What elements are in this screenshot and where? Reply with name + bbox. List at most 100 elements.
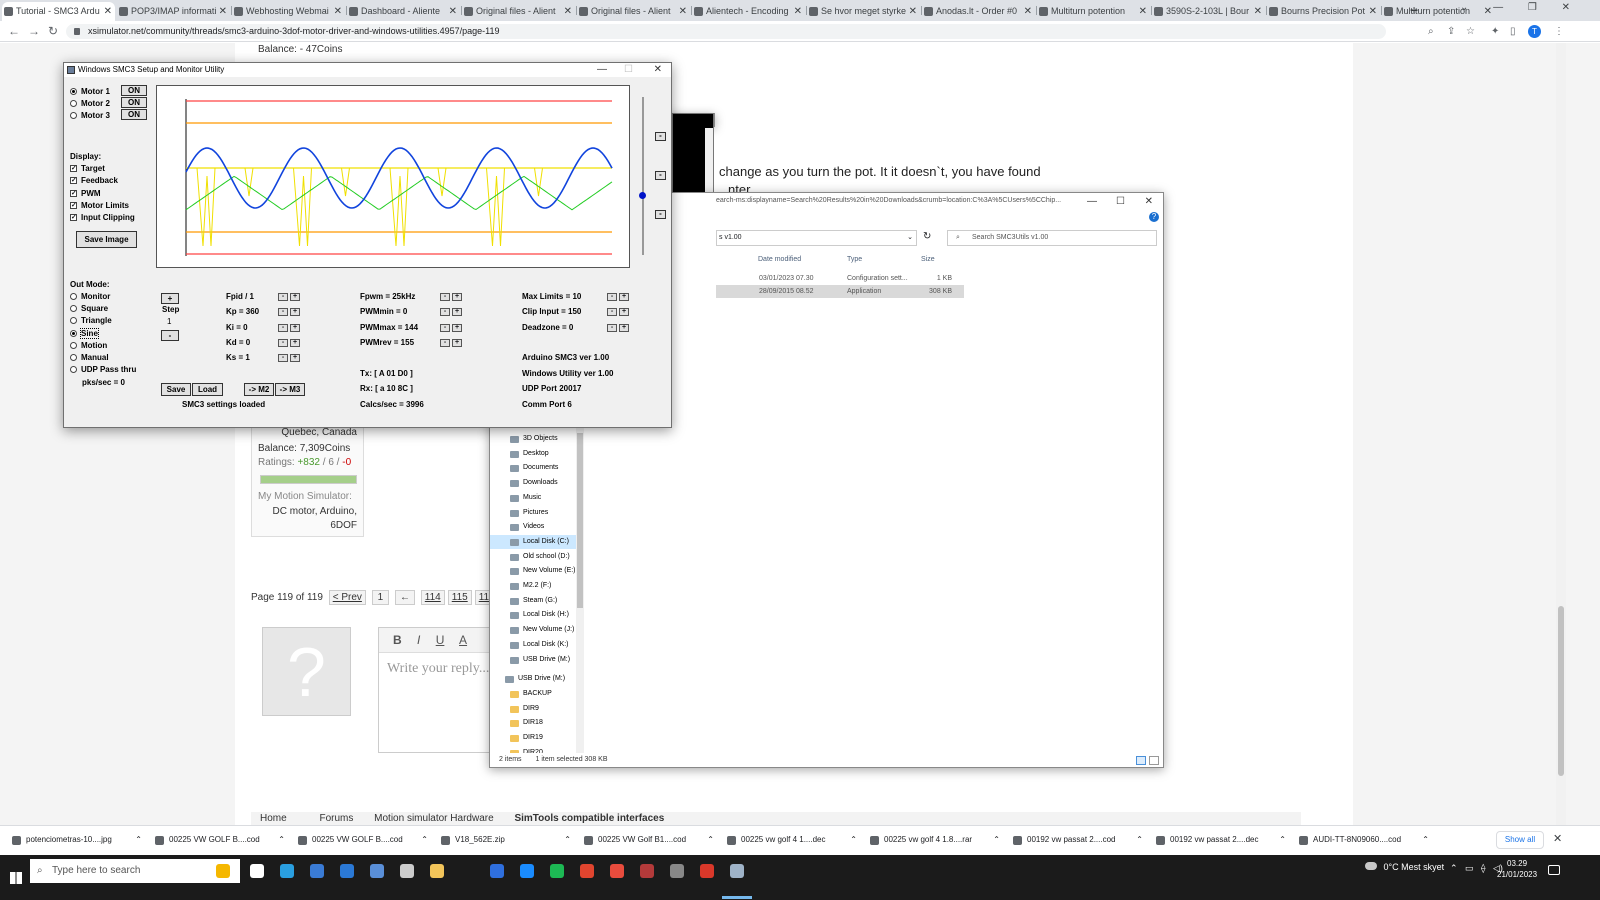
pid-param-4-decrement[interactable]: - xyxy=(278,354,288,363)
nav-folder[interactable]: DIR18 xyxy=(490,716,576,730)
download-item[interactable]: AUDI-TT-8N09060....cod ⌃ xyxy=(1297,831,1433,849)
browser-tab-6[interactable]: Alientech - Encoding ✕ xyxy=(692,2,805,21)
nav-folder[interactable]: BACKUP xyxy=(490,687,576,701)
load-settings-button[interactable]: Load xyxy=(192,383,223,396)
tab-close-icon[interactable]: ✕ xyxy=(1369,2,1377,21)
settings-icon[interactable] xyxy=(400,864,414,878)
col-type[interactable]: Type xyxy=(847,256,862,263)
close-shelf-icon[interactable]: ✕ xyxy=(1553,832,1562,845)
pid-param-3-increment[interactable]: + xyxy=(290,338,300,347)
pwm-param-2-increment[interactable]: + xyxy=(452,323,462,332)
scope-slider-thumb[interactable] xyxy=(639,192,646,199)
step-down-button[interactable]: - xyxy=(161,330,179,341)
outmode-motion-radio[interactable] xyxy=(70,341,77,349)
reload-icon[interactable]: ↻ xyxy=(48,24,58,39)
pid-param-4-increment[interactable]: + xyxy=(290,354,300,363)
chevron-up-icon[interactable]: ⌃ xyxy=(993,831,1000,849)
download-item[interactable]: 00225 VW Golf B1....cod ⌃ xyxy=(582,831,718,849)
limits-param-2-increment[interactable]: + xyxy=(619,323,629,332)
spotify-icon[interactable] xyxy=(550,864,564,878)
col-size[interactable]: Size xyxy=(921,256,935,263)
pwm-param-3-increment[interactable]: + xyxy=(452,338,462,347)
bold-button[interactable]: B xyxy=(393,633,402,647)
chevron-down-icon[interactable]: ⌄ xyxy=(907,231,913,245)
nav-item[interactable]: Steam (G:) xyxy=(490,594,576,608)
limits-param-1-decrement[interactable]: - xyxy=(607,308,617,317)
side-panel-icon[interactable]: ▯ xyxy=(1510,24,1516,39)
pid-param-0-increment[interactable]: + xyxy=(290,293,300,301)
close-icon[interactable]: ✕ xyxy=(1145,195,1153,209)
step-up-button[interactable]: + xyxy=(161,293,179,304)
notifications-icon[interactable] xyxy=(1548,865,1560,875)
limits-param-0-increment[interactable]: + xyxy=(619,293,629,301)
browser-tab-1[interactable]: POP3/IMAP informati ✕ xyxy=(117,2,230,21)
download-item[interactable]: 00192 vw passat 2....dec ⌃ xyxy=(1154,831,1290,849)
nav-item[interactable]: Desktop xyxy=(490,447,576,461)
chevron-up-icon[interactable]: ⌃ xyxy=(1279,831,1286,849)
page-jump-link[interactable]: ← xyxy=(395,590,416,605)
page-1-link[interactable]: 1 xyxy=(371,590,390,605)
nav-item[interactable]: Music xyxy=(490,491,576,505)
limits-param-1-increment[interactable]: + xyxy=(619,308,629,317)
search-input[interactable]: ⌕ Search SMC3Utils v1.00 xyxy=(947,230,1157,246)
close-icon[interactable]: ✕ xyxy=(654,63,662,77)
limits-param-2-decrement[interactable]: - xyxy=(607,323,617,332)
browser-tab-2[interactable]: Webhosting Webmai ✕ xyxy=(232,2,345,21)
page-link-114[interactable]: 114 xyxy=(420,590,445,605)
tab-close-icon[interactable]: ✕ xyxy=(449,2,457,21)
chrome-icon[interactable] xyxy=(580,864,594,878)
download-item[interactable]: 00225 VW GOLF B....cod ⌃ xyxy=(296,831,432,849)
footer-home[interactable]: Home xyxy=(260,813,287,824)
minimize-icon[interactable]: — xyxy=(1087,195,1097,209)
outmode-monitor-radio[interactable] xyxy=(70,293,77,300)
tab-close-icon[interactable]: ✕ xyxy=(219,2,227,21)
browser-tab-5[interactable]: Original files - Alient ✕ xyxy=(577,2,690,21)
display-target-checkbox[interactable]: ✓ xyxy=(70,165,77,172)
pwm-param-1-increment[interactable]: + xyxy=(452,308,462,317)
outmode-udp-pass-thru-radio[interactable] xyxy=(70,366,77,374)
prev-page-link[interactable]: < Prev xyxy=(328,590,366,605)
nav-folder[interactable]: DIR19 xyxy=(490,731,576,745)
store-icon[interactable] xyxy=(310,864,324,878)
motor-2-on-button[interactable]: ON xyxy=(121,97,147,108)
tab-close-icon[interactable]: ✕ xyxy=(1484,2,1492,21)
pwm-param-2-decrement[interactable]: - xyxy=(440,323,450,332)
extensions-icon[interactable]: ✦ xyxy=(1491,24,1499,39)
outmode-triangle-radio[interactable] xyxy=(70,317,77,325)
nav-item[interactable]: Videos xyxy=(490,520,576,534)
download-item[interactable]: 00225 vw golf 4 1....dec ⌃ xyxy=(725,831,861,849)
nav-folder[interactable]: DIR20 xyxy=(490,746,576,753)
outmode-manual-radio[interactable] xyxy=(70,354,77,361)
tiles-view-icon[interactable] xyxy=(1149,756,1159,765)
tab-close-icon[interactable]: ✕ xyxy=(1139,2,1147,21)
scope-zoom-button-3[interactable]: - xyxy=(655,210,666,219)
display-motor-limits-checkbox[interactable]: ✓ xyxy=(70,201,77,209)
back-icon[interactable]: ← xyxy=(8,24,20,39)
minimize-icon[interactable]: — xyxy=(597,63,607,77)
pid-param-2-decrement[interactable]: - xyxy=(278,323,288,332)
tab-close-icon[interactable]: ✕ xyxy=(909,2,917,21)
browser-tab-8[interactable]: Anodas.lt - Order #0 ✕ xyxy=(922,2,1035,21)
motor-3-radio[interactable] xyxy=(70,112,77,119)
nav-scroll-thumb[interactable] xyxy=(577,433,583,608)
nav-item[interactable]: Local Disk (K:) xyxy=(490,638,576,652)
chevron-up-icon[interactable]: ⌃ xyxy=(1136,831,1143,849)
footer-interfaces[interactable]: SimTools compatible interfaces xyxy=(514,813,664,824)
browser-tab-9[interactable]: Multiturn potention ✕ xyxy=(1037,2,1150,21)
app-icon-6[interactable] xyxy=(670,864,684,878)
display-pwm-checkbox[interactable]: ✓ xyxy=(70,189,77,197)
motor-1-radio[interactable] xyxy=(70,88,77,95)
save-settings-button[interactable]: Save xyxy=(161,383,191,396)
pid-param-1-decrement[interactable]: - xyxy=(278,308,288,317)
browser-tab-7[interactable]: Se hvor meget styrke ✕ xyxy=(807,2,920,21)
nav-scrollbar[interactable] xyxy=(576,428,584,753)
menu-icon[interactable]: ⋮ xyxy=(1554,24,1564,39)
tab-close-icon[interactable]: ✕ xyxy=(564,2,572,21)
scope-slider-track[interactable] xyxy=(642,97,644,255)
save-image-button[interactable]: Save Image xyxy=(76,231,137,248)
scope-zoom-button-1[interactable]: - xyxy=(655,132,666,141)
nav-item[interactable]: USB Drive (M:) xyxy=(490,653,576,667)
pid-param-2-increment[interactable]: + xyxy=(290,323,300,332)
tab-close-icon[interactable]: ✕ xyxy=(334,2,342,21)
task-view-icon[interactable] xyxy=(250,864,264,878)
